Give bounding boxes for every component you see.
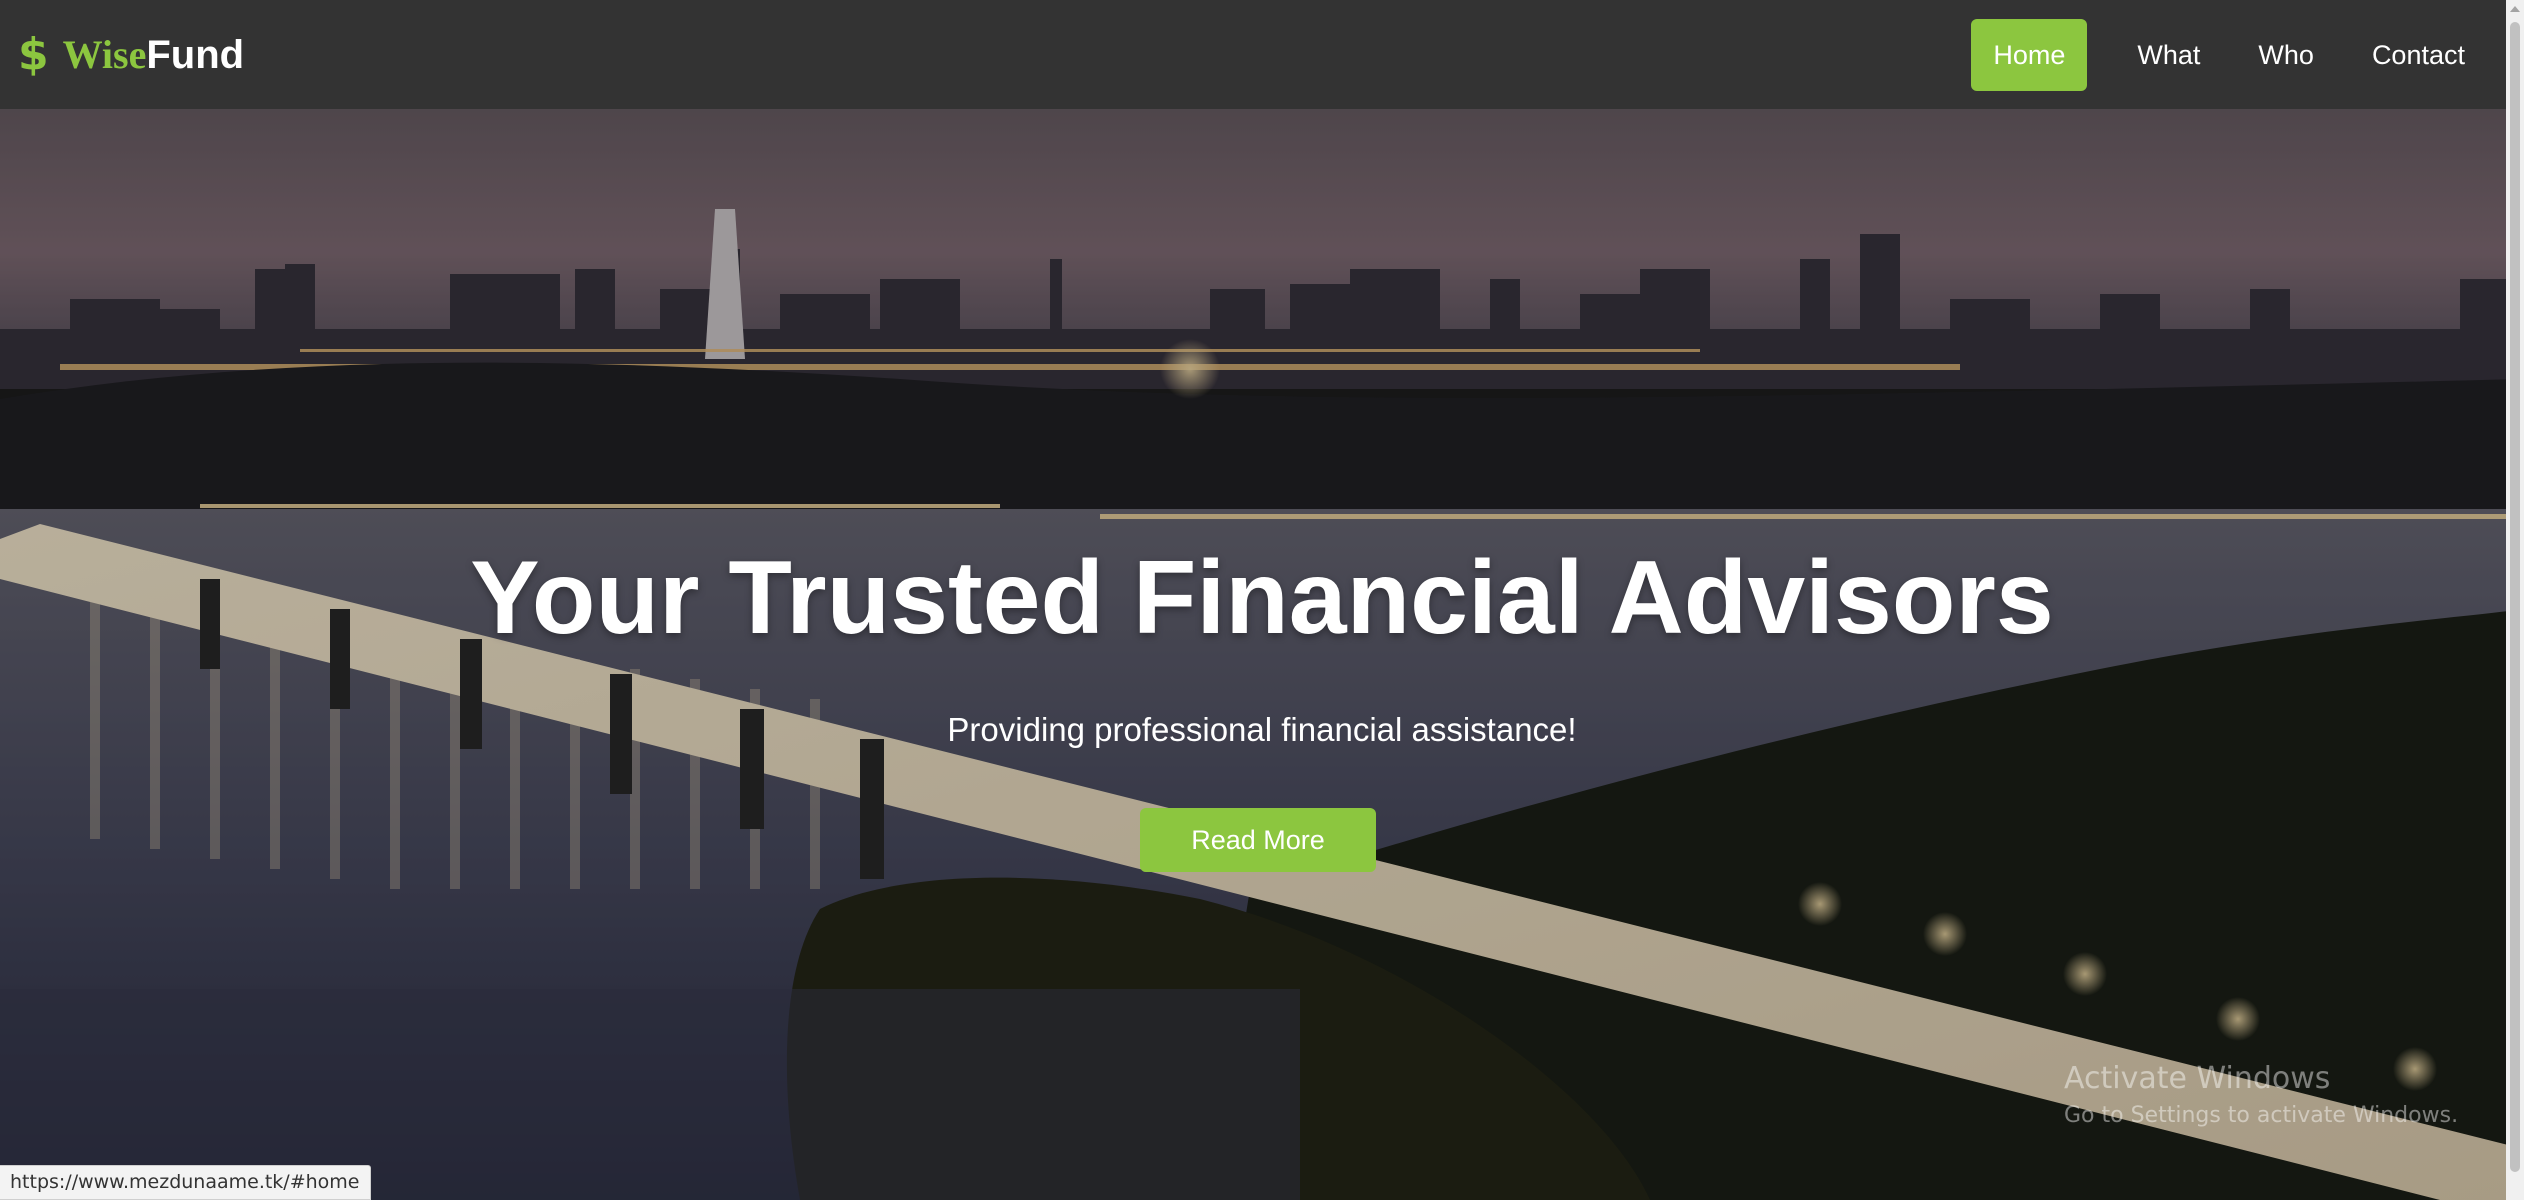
hero-subtitle: Providing professional financial assista… [947, 711, 1577, 748]
scroll-up-arrow-icon[interactable] [2510, 6, 2520, 12]
nav-item-what[interactable]: What [2115, 19, 2222, 91]
nav-item-home[interactable]: Home [1971, 18, 2088, 91]
nav-item-who[interactable]: Who [2236, 19, 2336, 91]
dollar-sign-icon: $ [18, 29, 49, 80]
activate-windows-watermark: Activate Windows Go to Settings to activ… [2064, 1061, 2458, 1132]
brand-logo-link[interactable]: $ Wise Fund [18, 30, 244, 80]
nav-links: Home What Who Contact [1957, 0, 2524, 109]
brand-name-wise: Wise [62, 32, 147, 77]
activate-windows-title: Activate Windows [2064, 1061, 2331, 1096]
read-more-button[interactable]: Read More [1140, 808, 1376, 872]
hero-title: Your Trusted Financial Advisors [470, 540, 2054, 656]
navbar: $ Wise Fund Home What Who Contact [0, 0, 2524, 109]
nav-item-contact[interactable]: Contact [2350, 19, 2487, 91]
status-bar-url: https://www.mezdunaame.tk/#home [0, 1165, 371, 1200]
activate-windows-subtitle: Go to Settings to activate Windows. [2064, 1103, 2459, 1128]
brand-name-fund: Fund [146, 33, 245, 77]
vertical-scrollbar[interactable] [2506, 0, 2524, 1200]
scrollbar-thumb[interactable] [2510, 22, 2520, 1172]
hero-section: Your Trusted Financial Advisors Providin… [0, 109, 2524, 1200]
browser-viewport: $ Wise Fund Home What Who Contact Your T… [0, 0, 2524, 1200]
